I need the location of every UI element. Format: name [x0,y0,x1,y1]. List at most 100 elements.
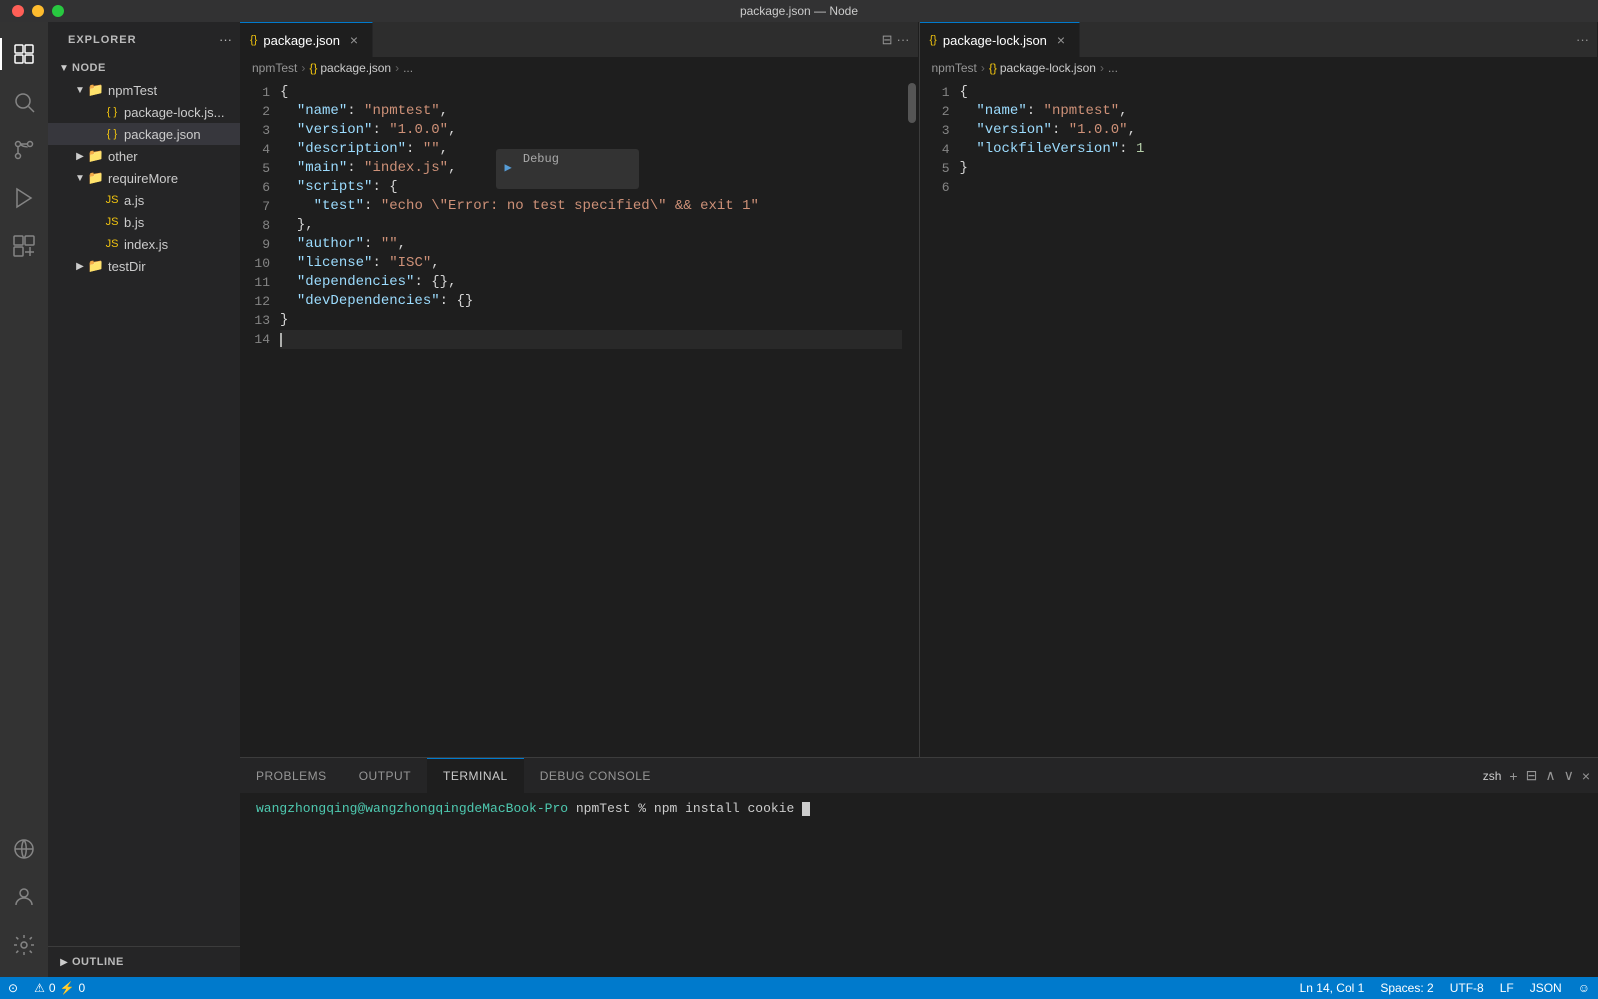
folder-icon: 📁 [88,148,104,164]
breadcrumb-item: {}package-lock.json [989,61,1096,75]
maximize-panel-icon[interactable]: ∨ [1564,767,1574,784]
chevron-down-icon: ▼ [56,60,72,76]
spacer [88,126,104,142]
settings-icon[interactable] [0,921,48,969]
split-terminal-icon[interactable]: ⊟ [1526,767,1538,784]
minimize-button[interactable] [32,5,44,17]
sidebar-item-package-json[interactable]: { } package.json [48,123,240,145]
outline-label: OUTLINE [72,956,124,968]
sidebar-item-requiremore[interactable]: ▼ 📁 requireMore [48,167,240,189]
chevron-down-icon[interactable]: ∧ [1545,767,1555,784]
status-position[interactable]: Ln 14, Col 1 [1292,977,1373,999]
scrollbar-right-2[interactable] [1585,79,1597,757]
debug-widget[interactable]: ▶ Debug [496,149,638,189]
explorer-icon[interactable] [0,30,48,78]
code-line: "version": "1.0.0", [280,121,902,140]
editor-content-left[interactable]: 1 2 3 4 5 6 7 8 9 10 11 12 13 [240,79,918,757]
terminal-content[interactable]: wangzhongqing@wangzhongqingdeMacBook-Pro… [240,793,1598,977]
sidebar-item-npmtest[interactable]: ▼ 📁 npmTest [48,79,240,101]
code-line: } [280,311,902,330]
breadcrumb-item: {}package.json [309,61,391,75]
scrollbar-right[interactable] [906,79,918,757]
more-actions-icon[interactable]: ··· [897,32,910,47]
maximize-button[interactable] [52,5,64,17]
code-line: "devDependencies": {} [280,292,902,311]
window-title: package.json — Node [740,4,858,18]
search-icon[interactable] [0,78,48,126]
new-terminal-icon[interactable]: + [1509,768,1517,784]
breadcrumb-item[interactable]: npmTest [252,61,297,75]
sidebar: EXPLORER ··· ▼ NODE ▼ 📁 npmTest { } pack… [48,22,240,977]
breadcrumb-item[interactable]: ... [1108,61,1118,75]
source-control-icon[interactable] [0,126,48,174]
split-editor-icon[interactable]: ⊟ [882,32,893,48]
warning-count: 0 [78,981,85,995]
other-label: other [108,149,138,164]
code-line: { [960,83,1582,102]
sidebar-item-package-lock[interactable]: { } package-lock.js... [48,101,240,123]
sidebar-item-bjs[interactable]: JS b.js [48,211,240,233]
error-count: 0 [49,981,56,995]
close-panel-icon[interactable]: × [1582,768,1590,784]
panel: PROBLEMS OUTPUT TERMINAL DEBUG CONSOLE z… [240,757,1598,977]
tab-label: package.json [263,33,340,48]
editor-groups: {} package.json × ⊟ ··· npmTest › {}pack… [240,22,1598,757]
code-line: "main": "index.js", ▶ Debug [280,159,902,178]
error-icon: ⚠ [34,981,45,995]
tab-close-button[interactable]: × [1053,32,1069,48]
title-bar: package.json — Node [0,0,1598,22]
breadcrumb-item[interactable]: ... [403,61,413,75]
remote-icon: ⊙ [8,981,18,995]
encoding-label: UTF-8 [1450,981,1484,995]
code-line: "test": "echo \"Error: no test specified… [280,197,902,216]
sidebar-item-ajs[interactable]: JS a.js [48,189,240,211]
sidebar-item-node[interactable]: ▼ NODE [48,57,240,79]
more-actions-icon[interactable]: ··· [1576,32,1589,47]
package-json-label: package.json [124,127,201,142]
tab-package-lock[interactable]: {} package-lock.json × [920,22,1080,57]
chevron-down-icon: ▼ [72,82,88,98]
tab-close-button[interactable]: × [346,32,362,48]
status-remote[interactable]: ⊙ [0,977,26,999]
remote-icon[interactable] [0,825,48,873]
tab-package-json[interactable]: {} package.json × [240,22,373,57]
breadcrumb-item[interactable]: npmTest [932,61,977,75]
more-actions-icon[interactable]: ··· [219,32,232,47]
scrollbar-thumb[interactable] [908,83,916,123]
account-icon[interactable] [0,873,48,921]
editor-area: {} package.json × ⊟ ··· npmTest › {}pack… [240,22,1598,977]
tab-debug-console[interactable]: DEBUG CONSOLE [524,758,667,793]
file-json-icon: { } [104,126,120,142]
tab-problems[interactable]: PROBLEMS [240,758,343,793]
sidebar-item-indexjs[interactable]: JS index.js [48,233,240,255]
folder-icon: 📁 [88,170,104,186]
status-encoding[interactable]: UTF-8 [1442,977,1492,999]
tab-output[interactable]: OUTPUT [343,758,427,793]
file-js-icon: JS [104,192,120,208]
code-line [280,330,902,349]
sidebar-item-other[interactable]: ▶ 📁 other [48,145,240,167]
status-eol[interactable]: LF [1492,977,1522,999]
status-language[interactable]: JSON [1522,977,1570,999]
status-feedback[interactable]: ☺ [1570,977,1598,999]
extensions-icon[interactable] [0,222,48,270]
code-line: "name": "npmtest", [280,102,902,121]
code-line: "dependencies": {}, [280,273,902,292]
sidebar-item-outline[interactable]: ▶ OUTLINE [48,951,240,973]
testdir-label: testDir [108,259,146,274]
terminal-cursor [802,802,810,816]
status-spaces[interactable]: Spaces: 2 [1372,977,1441,999]
npmtest-label: npmTest [108,83,157,98]
close-button[interactable] [12,5,24,17]
spacer [88,236,104,252]
debug-icon[interactable] [0,174,48,222]
editor-content-right[interactable]: 1 2 3 4 5 6 { "name": "npmtest", "versio… [920,79,1598,757]
tab-terminal[interactable]: TERMINAL [427,758,524,793]
sidebar-item-testdir[interactable]: ▶ 📁 testDir [48,255,240,277]
code-line: { [280,83,902,102]
code-lines-right: { "name": "npmtest", "version": "1.0.0",… [960,83,1598,197]
status-errors[interactable]: ⚠ 0 ⚡ 0 [26,977,93,999]
chevron-down-icon: ▼ [72,170,88,186]
file-tree: ▼ NODE ▼ 📁 npmTest { } package-lock.js..… [48,57,240,946]
spacer [88,104,104,120]
